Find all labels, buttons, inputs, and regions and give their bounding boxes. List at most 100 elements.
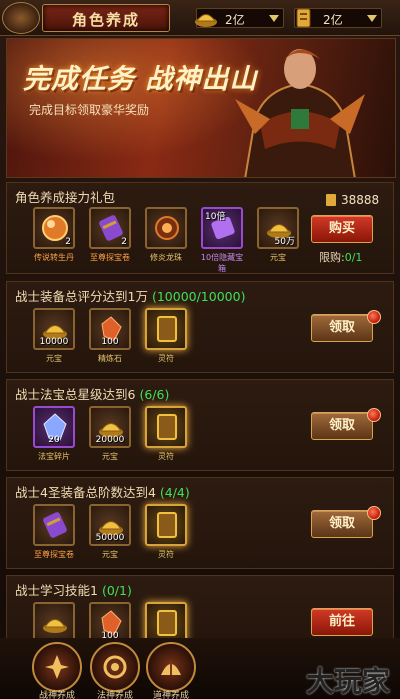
item-name: 精炼石 — [98, 354, 122, 363]
notification-dot-icon — [367, 408, 381, 422]
reward-item[interactable]: 10000 — [33, 308, 75, 350]
tab-mage[interactable]: 法神养成 — [90, 642, 140, 699]
reward-item[interactable]: 50000 — [89, 504, 131, 546]
tab-warrior[interactable]: 战神养成 — [32, 642, 82, 699]
item-count: 50万 — [274, 237, 295, 247]
item-name: 元宝 — [102, 550, 118, 559]
item-count: 50000 — [95, 533, 125, 543]
talisman-icon — [157, 316, 177, 342]
item-name: 10倍隐藏宝箱 — [200, 253, 244, 273]
gift-item-5[interactable]: 50万 — [257, 207, 299, 249]
task-card-1: 战士装备总评分达到1万 (10000/10000) 10000 元宝 100 精… — [6, 281, 394, 373]
chevron-down-icon[interactable] — [367, 15, 377, 22]
reward-item[interactable]: 20000 — [89, 406, 131, 448]
gift-item-1[interactable]: 2 — [33, 207, 75, 249]
item-count: 2 — [65, 237, 71, 247]
voucher-amount: 2亿 — [323, 13, 343, 27]
title-plate: 角色养成 — [42, 4, 170, 32]
task-progress: (10000/10000) — [151, 289, 246, 304]
item-name: 元宝 — [270, 253, 286, 262]
talisman-icon — [157, 414, 177, 440]
item-name: 至尊探宝卷 — [90, 253, 130, 262]
reward-item[interactable] — [145, 308, 187, 350]
task-card-3: 战士4圣装备总阶数达到4 (4/4) 至尊探宝卷 50000 元宝 灵符 领取 — [6, 477, 394, 569]
reward-item[interactable] — [145, 406, 187, 448]
voucher-icon — [326, 194, 336, 206]
limit-label: 限购: — [319, 251, 345, 264]
banner-subtitle: 完成目标领取豪华奖励 — [29, 103, 150, 117]
item-name: 灵符 — [158, 354, 174, 363]
task-title: 战士装备总评分达到1万 (10000/10000) — [15, 286, 245, 305]
tab-taoist[interactable]: 道神养成 — [146, 642, 196, 699]
notification-dot-icon — [367, 310, 381, 324]
dragon-pearl-icon — [155, 216, 179, 240]
voucher-resource[interactable]: 2亿 — [294, 8, 382, 28]
gift-pack-card: 角色养成接力礼包 2 传说转生丹 2 至尊探宝卷 修炎龙珠 10倍 10倍隐藏宝… — [6, 182, 394, 274]
mage-emblem-icon — [103, 655, 127, 679]
task-title: 战士学习技能1 (0/1) — [15, 580, 132, 599]
task-title-text: 战士法宝总星级达到6 — [15, 387, 136, 402]
warrior-emblem-icon — [45, 655, 69, 679]
gift-item-3[interactable] — [145, 207, 187, 249]
top-bar: 角色养成 2亿 2亿 — [0, 0, 400, 36]
item-name: 元宝 — [102, 452, 118, 461]
gold-ingot-icon — [43, 619, 67, 633]
item-count: 2 — [121, 237, 127, 247]
task-progress: (0/1) — [101, 583, 132, 598]
task-title: 战士法宝总星级达到6 (6/6) — [15, 384, 169, 403]
claim-button[interactable]: 领取 — [311, 510, 373, 538]
voucher-icon — [296, 8, 311, 28]
warrior-hero-icon — [235, 49, 365, 177]
reward-item[interactable]: 20 — [33, 406, 75, 448]
task-progress: (4/4) — [159, 485, 190, 500]
reward-item[interactable] — [33, 504, 75, 546]
gold-ingot-icon — [195, 14, 217, 27]
item-count: 100 — [101, 337, 119, 347]
reward-item[interactable]: 100 — [89, 308, 131, 350]
item-count: 10倍 — [205, 212, 226, 222]
talisman-icon — [157, 512, 177, 538]
tab-label: 战神养成 — [38, 691, 75, 699]
goto-button[interactable]: 前往 — [311, 608, 373, 636]
task-progress: (6/6) — [139, 387, 170, 402]
item-name: 灵符 — [158, 452, 174, 461]
gift-item-4[interactable]: 10倍 — [201, 207, 243, 249]
gift-price: 38888 — [341, 193, 380, 207]
item-name: 修炎龙珠 — [150, 253, 182, 262]
dragon-ornament-icon — [2, 2, 40, 34]
tab-label: 道神养成 — [152, 691, 189, 699]
tab-label: 法神养成 — [96, 691, 133, 699]
task-title-text: 战士装备总评分达到1万 — [15, 289, 148, 304]
item-name: 至尊探宝卷 — [34, 550, 74, 559]
game-screen: 角色养成 2亿 2亿 完成任务 战神出山 完成目标领取豪华奖励 角色养成接力礼包… — [0, 0, 400, 699]
item-name: 法宝碎片 — [38, 452, 70, 461]
task-card-4: 战士学习技能1 (0/1) 100 前往 — [6, 575, 394, 645]
buy-button[interactable]: 购买 — [311, 215, 373, 243]
event-banner: 完成任务 战神出山 完成目标领取豪华奖励 — [6, 38, 396, 178]
gold-resource[interactable]: 2亿 — [195, 8, 284, 28]
item-count: 20 — [48, 435, 60, 445]
claim-button[interactable]: 领取 — [311, 314, 373, 342]
task-card-2: 战士法宝总星级达到6 (6/6) 20 法宝碎片 20000 元宝 灵符 领取 — [6, 379, 394, 471]
gift-item-2[interactable]: 2 — [89, 207, 131, 249]
task-title: 战士4圣装备总阶数达到4 (4/4) — [15, 482, 190, 501]
watermark: 大玩家 — [305, 665, 390, 698]
task-title-text: 战士学习技能1 — [15, 583, 98, 598]
item-name: 元宝 — [46, 354, 62, 363]
limit-value: 0/1 — [344, 251, 363, 264]
notification-dot-icon — [367, 506, 381, 520]
item-count: 10000 — [39, 337, 69, 347]
item-name: 灵符 — [158, 550, 174, 559]
gold-amount: 2亿 — [225, 13, 245, 27]
item-count: 20000 — [95, 435, 125, 445]
claim-button[interactable]: 领取 — [311, 412, 373, 440]
banner-headline: 完成任务 战神出山 — [23, 64, 258, 95]
purchase-limit: 限购:0/1 — [319, 249, 362, 265]
scroll-icon — [43, 512, 67, 538]
reward-item[interactable] — [145, 504, 187, 546]
page-title: 角色养成 — [71, 11, 140, 29]
task-title-text: 战士4圣装备总阶数达到4 — [15, 485, 156, 500]
gift-pack-title: 角色养成接力礼包 — [15, 190, 116, 205]
item-name: 传说转生丹 — [34, 253, 74, 262]
chevron-down-icon[interactable] — [269, 15, 279, 22]
